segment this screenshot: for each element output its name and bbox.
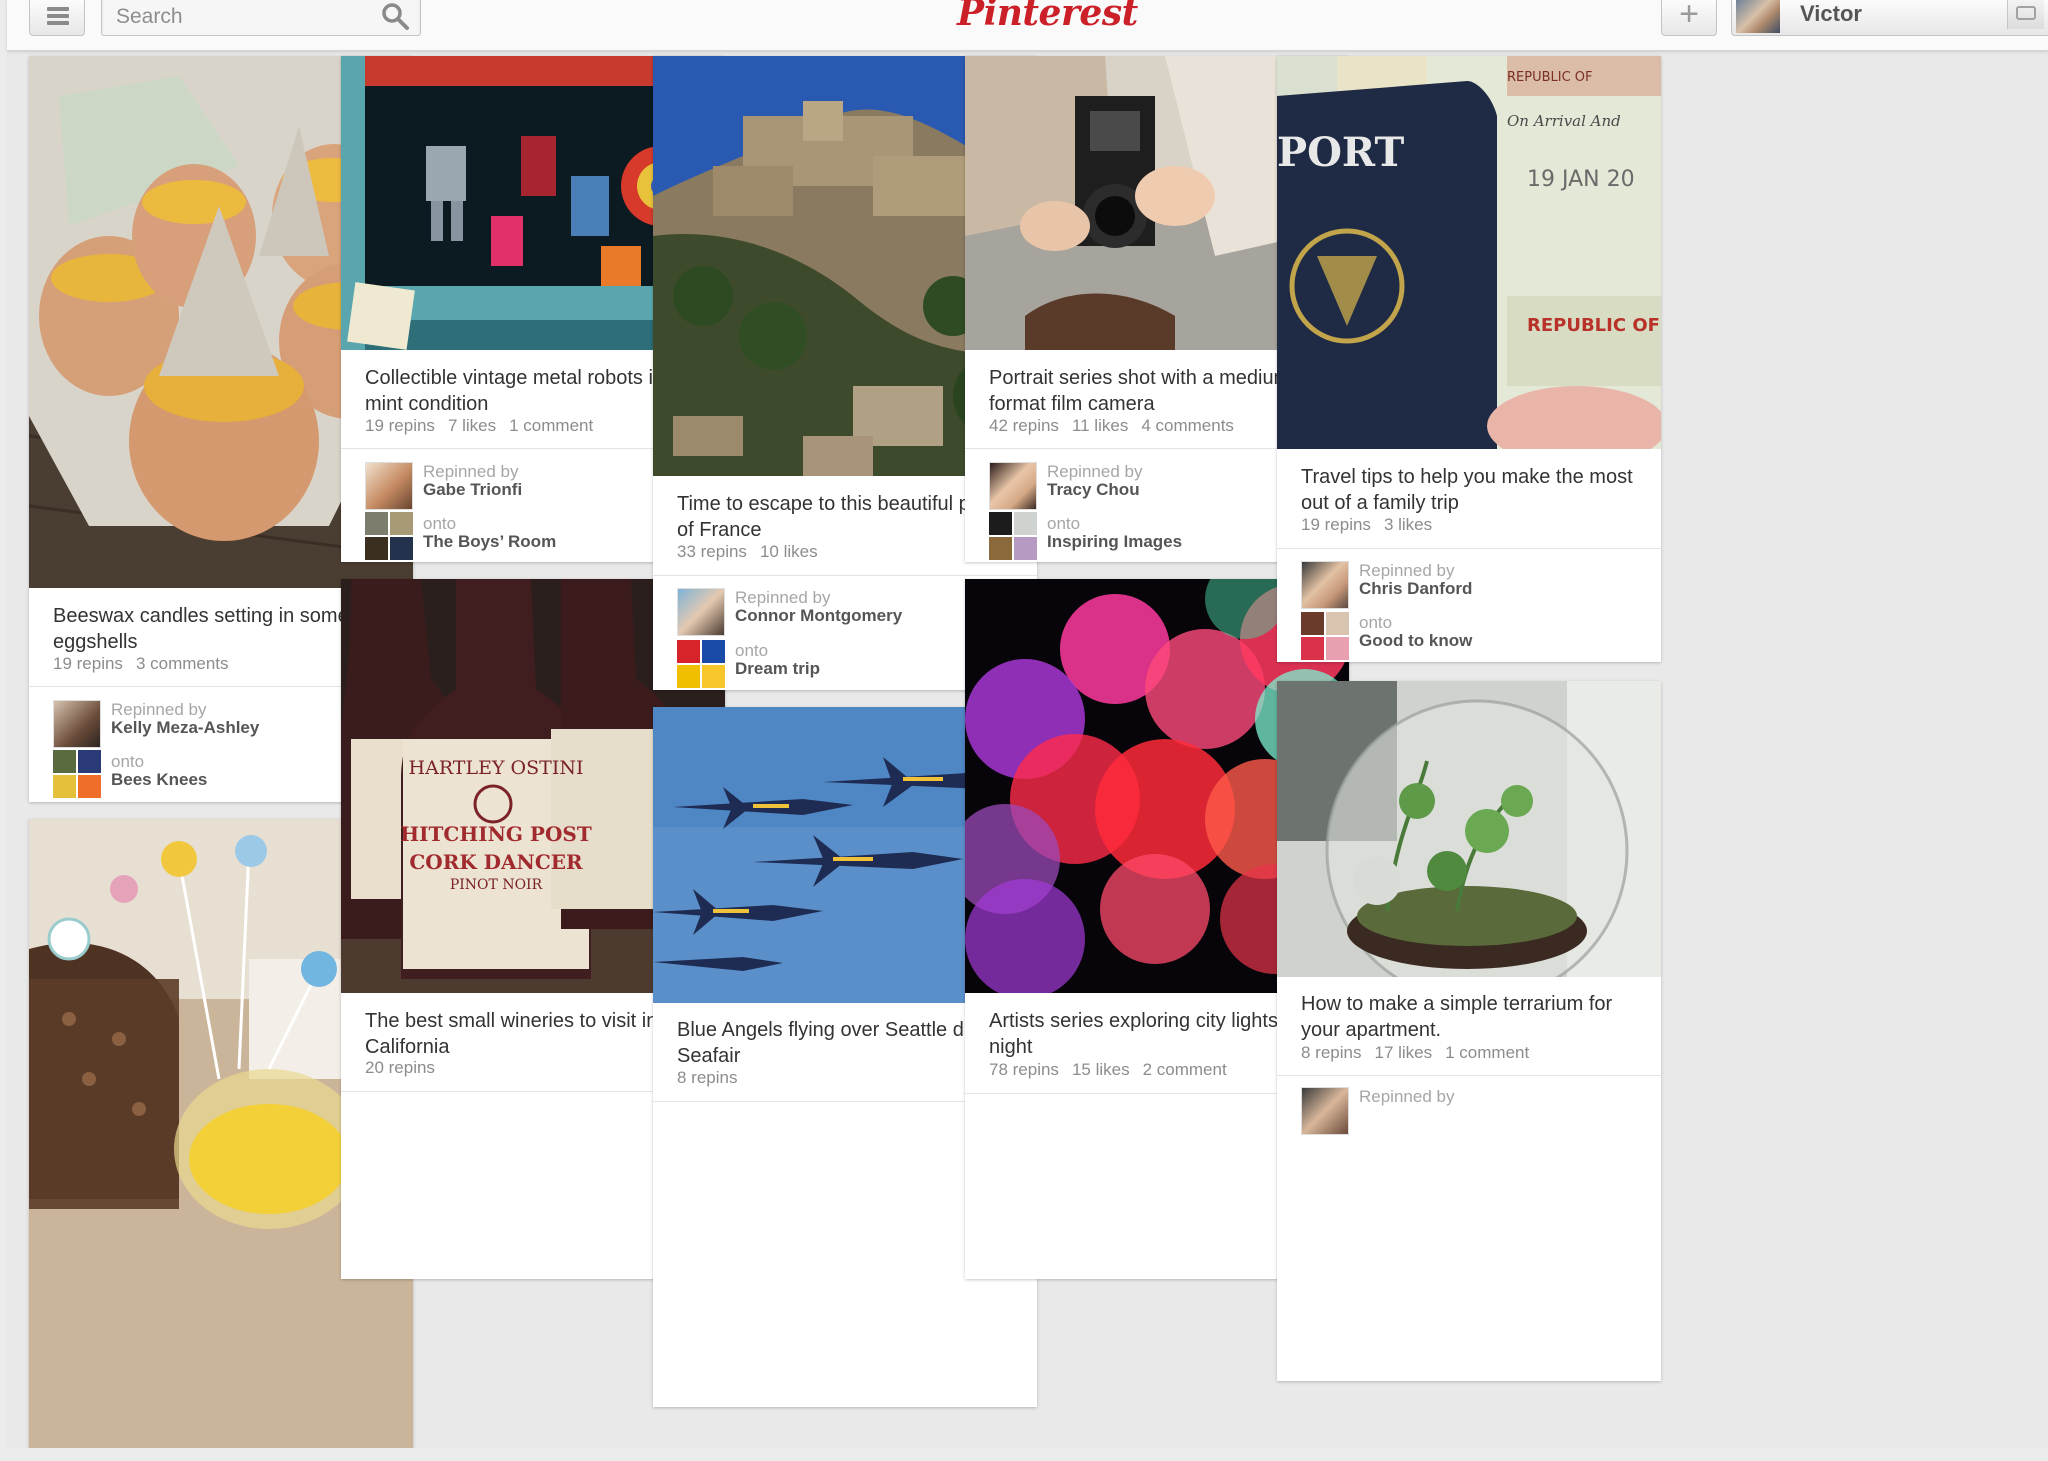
menu-button[interactable] <box>29 0 85 36</box>
onto-label: onto <box>423 514 457 533</box>
board-name[interactable]: Inspiring Images <box>1047 532 1182 552</box>
comment-count: 1 comment <box>509 416 594 435</box>
passport-text: On Arrival And <box>1507 112 1621 130</box>
divider <box>1277 548 1661 549</box>
repinned-by-label: Repinned by <box>1359 1087 1455 1106</box>
search-icon[interactable] <box>380 1 410 31</box>
passport-text: 19 JAN 20 <box>1527 167 1635 192</box>
user-menu-button[interactable]: Victor <box>1731 0 2048 36</box>
divider <box>1277 1075 1661 1076</box>
board-thumbnail[interactable] <box>365 512 413 560</box>
wine-label-text: PINOT NOIR <box>450 877 543 893</box>
repinned-by-label: Repinned by <box>423 462 519 481</box>
comment-count: 3 comments <box>135 654 229 673</box>
pin-image-passport[interactable]: PORT REPUBLIC OF On Arrival And 19 JAN 2… <box>1277 56 1661 449</box>
repin-count: 20 repins <box>365 1058 435 1077</box>
pin-description[interactable]: The best small wineries to visit in Cali… <box>365 1008 701 1060</box>
repinner-name[interactable]: Chris Danford <box>1359 579 1472 599</box>
avatar[interactable] <box>677 588 725 636</box>
onto-label: onto <box>1359 613 1393 632</box>
pin-stats: 78 repins 15 likes 2 comment <box>989 1060 1240 1080</box>
repin-count: 19 repins <box>365 416 435 435</box>
pin-stats: 19 repins 3 likes <box>1301 515 1445 535</box>
repinned-by-label: Repinned by <box>1359 561 1455 580</box>
search-box[interactable] <box>101 0 421 36</box>
repin-count: 33 repins <box>677 542 747 561</box>
avatar[interactable] <box>365 462 413 510</box>
board-thumbnail[interactable] <box>677 640 725 688</box>
plus-icon: + <box>1679 0 1699 33</box>
pin-description[interactable]: Collectible vintage metal robots in mint… <box>365 365 701 417</box>
repin-count: 19 repins <box>1301 515 1371 534</box>
repin-count: 78 repins <box>989 1060 1059 1079</box>
board-name[interactable]: Dream trip <box>735 659 820 679</box>
pin-stats: 19 repins 7 likes 1 comment <box>365 416 606 436</box>
onto-label: onto <box>111 752 145 771</box>
board-thumbnail[interactable] <box>989 512 1037 560</box>
repin-count: 8 repins <box>1301 1043 1362 1062</box>
like-count: 15 likes <box>1071 1060 1130 1079</box>
onto-label: onto <box>735 641 769 660</box>
board-thumbnail[interactable] <box>53 750 101 798</box>
board-thumbnail[interactable] <box>1301 612 1349 660</box>
pin-stats: 33 repins 10 likes <box>677 542 831 562</box>
add-pin-button[interactable]: + <box>1661 0 1717 36</box>
repin-count: 42 repins <box>989 416 1059 435</box>
pin-description[interactable]: Portrait series shot with a medium forma… <box>989 365 1325 417</box>
pin-description[interactable]: How to make a simple terrarium for your … <box>1301 991 1637 1043</box>
like-count: 3 likes <box>1383 515 1433 534</box>
comment-count: 1 comment <box>1445 1043 1530 1062</box>
repinned-by-label: Repinned by <box>1047 462 1143 481</box>
wine-label-text: CORK DANCER <box>409 850 583 874</box>
user-name: Victor <box>1800 1 1862 26</box>
repinner-name[interactable]: Tracy Chou <box>1047 480 1140 500</box>
board-name[interactable]: Bees Knees <box>111 770 207 790</box>
passport-text: PORT <box>1277 129 1404 176</box>
pin-description[interactable]: Travel tips to help you make the most ou… <box>1301 464 1637 516</box>
notifications-icon[interactable] <box>2007 0 2044 29</box>
like-count: 7 likes <box>447 416 497 435</box>
pin-stats: 20 repins <box>365 1058 448 1078</box>
pin-description[interactable]: Beeswax candles setting in some eggshell… <box>53 603 389 655</box>
pin-card[interactable]: PORT REPUBLIC OF On Arrival And 19 JAN 2… <box>1277 56 1661 662</box>
onto-label: onto <box>1047 514 1081 533</box>
board-name[interactable]: The Boys’ Room <box>423 532 556 552</box>
like-count: 11 likes <box>1071 416 1129 435</box>
passport-text: REPUBLIC OF <box>1507 70 1593 85</box>
repin-count: 8 repins <box>677 1068 738 1087</box>
repinned-by-label: Repinned by <box>735 588 831 607</box>
repinned-by-label: Repinned by <box>111 700 207 719</box>
comment-count: 2 comment <box>1142 1060 1227 1079</box>
pin-stats: 42 repins 11 likes 4 comments <box>989 416 1247 436</box>
repinner-name[interactable]: Kelly Meza-Ashley <box>111 718 259 738</box>
wine-label-text: HITCHING POST <box>400 822 592 846</box>
pin-image-terrarium[interactable] <box>1277 681 1661 977</box>
like-count: 10 likes <box>759 542 818 561</box>
pinterest-logo[interactable]: Pinterest <box>957 0 1138 34</box>
board-name[interactable]: Good to know <box>1359 631 1472 651</box>
search-input[interactable] <box>114 3 368 31</box>
repin-count: 19 repins <box>53 654 123 673</box>
pin-grid: Beeswax candles setting in some eggshell… <box>7 0 2048 1448</box>
wine-label-text: HARTLEY OSTINI <box>409 757 584 779</box>
avatar[interactable] <box>53 700 101 748</box>
avatar[interactable] <box>989 462 1037 510</box>
pin-card[interactable]: How to make a simple terrarium for your … <box>1277 681 1661 1381</box>
repinner-name[interactable]: Connor Montgomery <box>735 606 902 626</box>
pin-stats: 8 repins 17 likes 1 comment <box>1301 1043 1542 1063</box>
divider <box>653 575 1037 576</box>
avatar <box>1736 0 1780 33</box>
top-bar: Pinterest + Victor <box>7 0 2048 51</box>
pin-description[interactable]: Blue Angels flying over Seattle during S… <box>677 1017 1013 1069</box>
pin-description[interactable]: Time to escape to this beautiful part of… <box>677 491 1013 543</box>
passport-text: REPUBLIC OF <box>1527 315 1660 336</box>
pin-stats: 8 repins <box>677 1068 750 1088</box>
pin-stats: 19 repins 3 comments <box>53 654 242 674</box>
repinner-name[interactable]: Gabe Trionfi <box>423 480 522 500</box>
like-count: 17 likes <box>1374 1043 1433 1062</box>
avatar[interactable] <box>1301 561 1349 609</box>
pin-description[interactable]: Artists series exploring city lights at … <box>989 1008 1325 1060</box>
comment-count: 4 comments <box>1141 416 1234 435</box>
avatar[interactable] <box>1301 1087 1349 1135</box>
